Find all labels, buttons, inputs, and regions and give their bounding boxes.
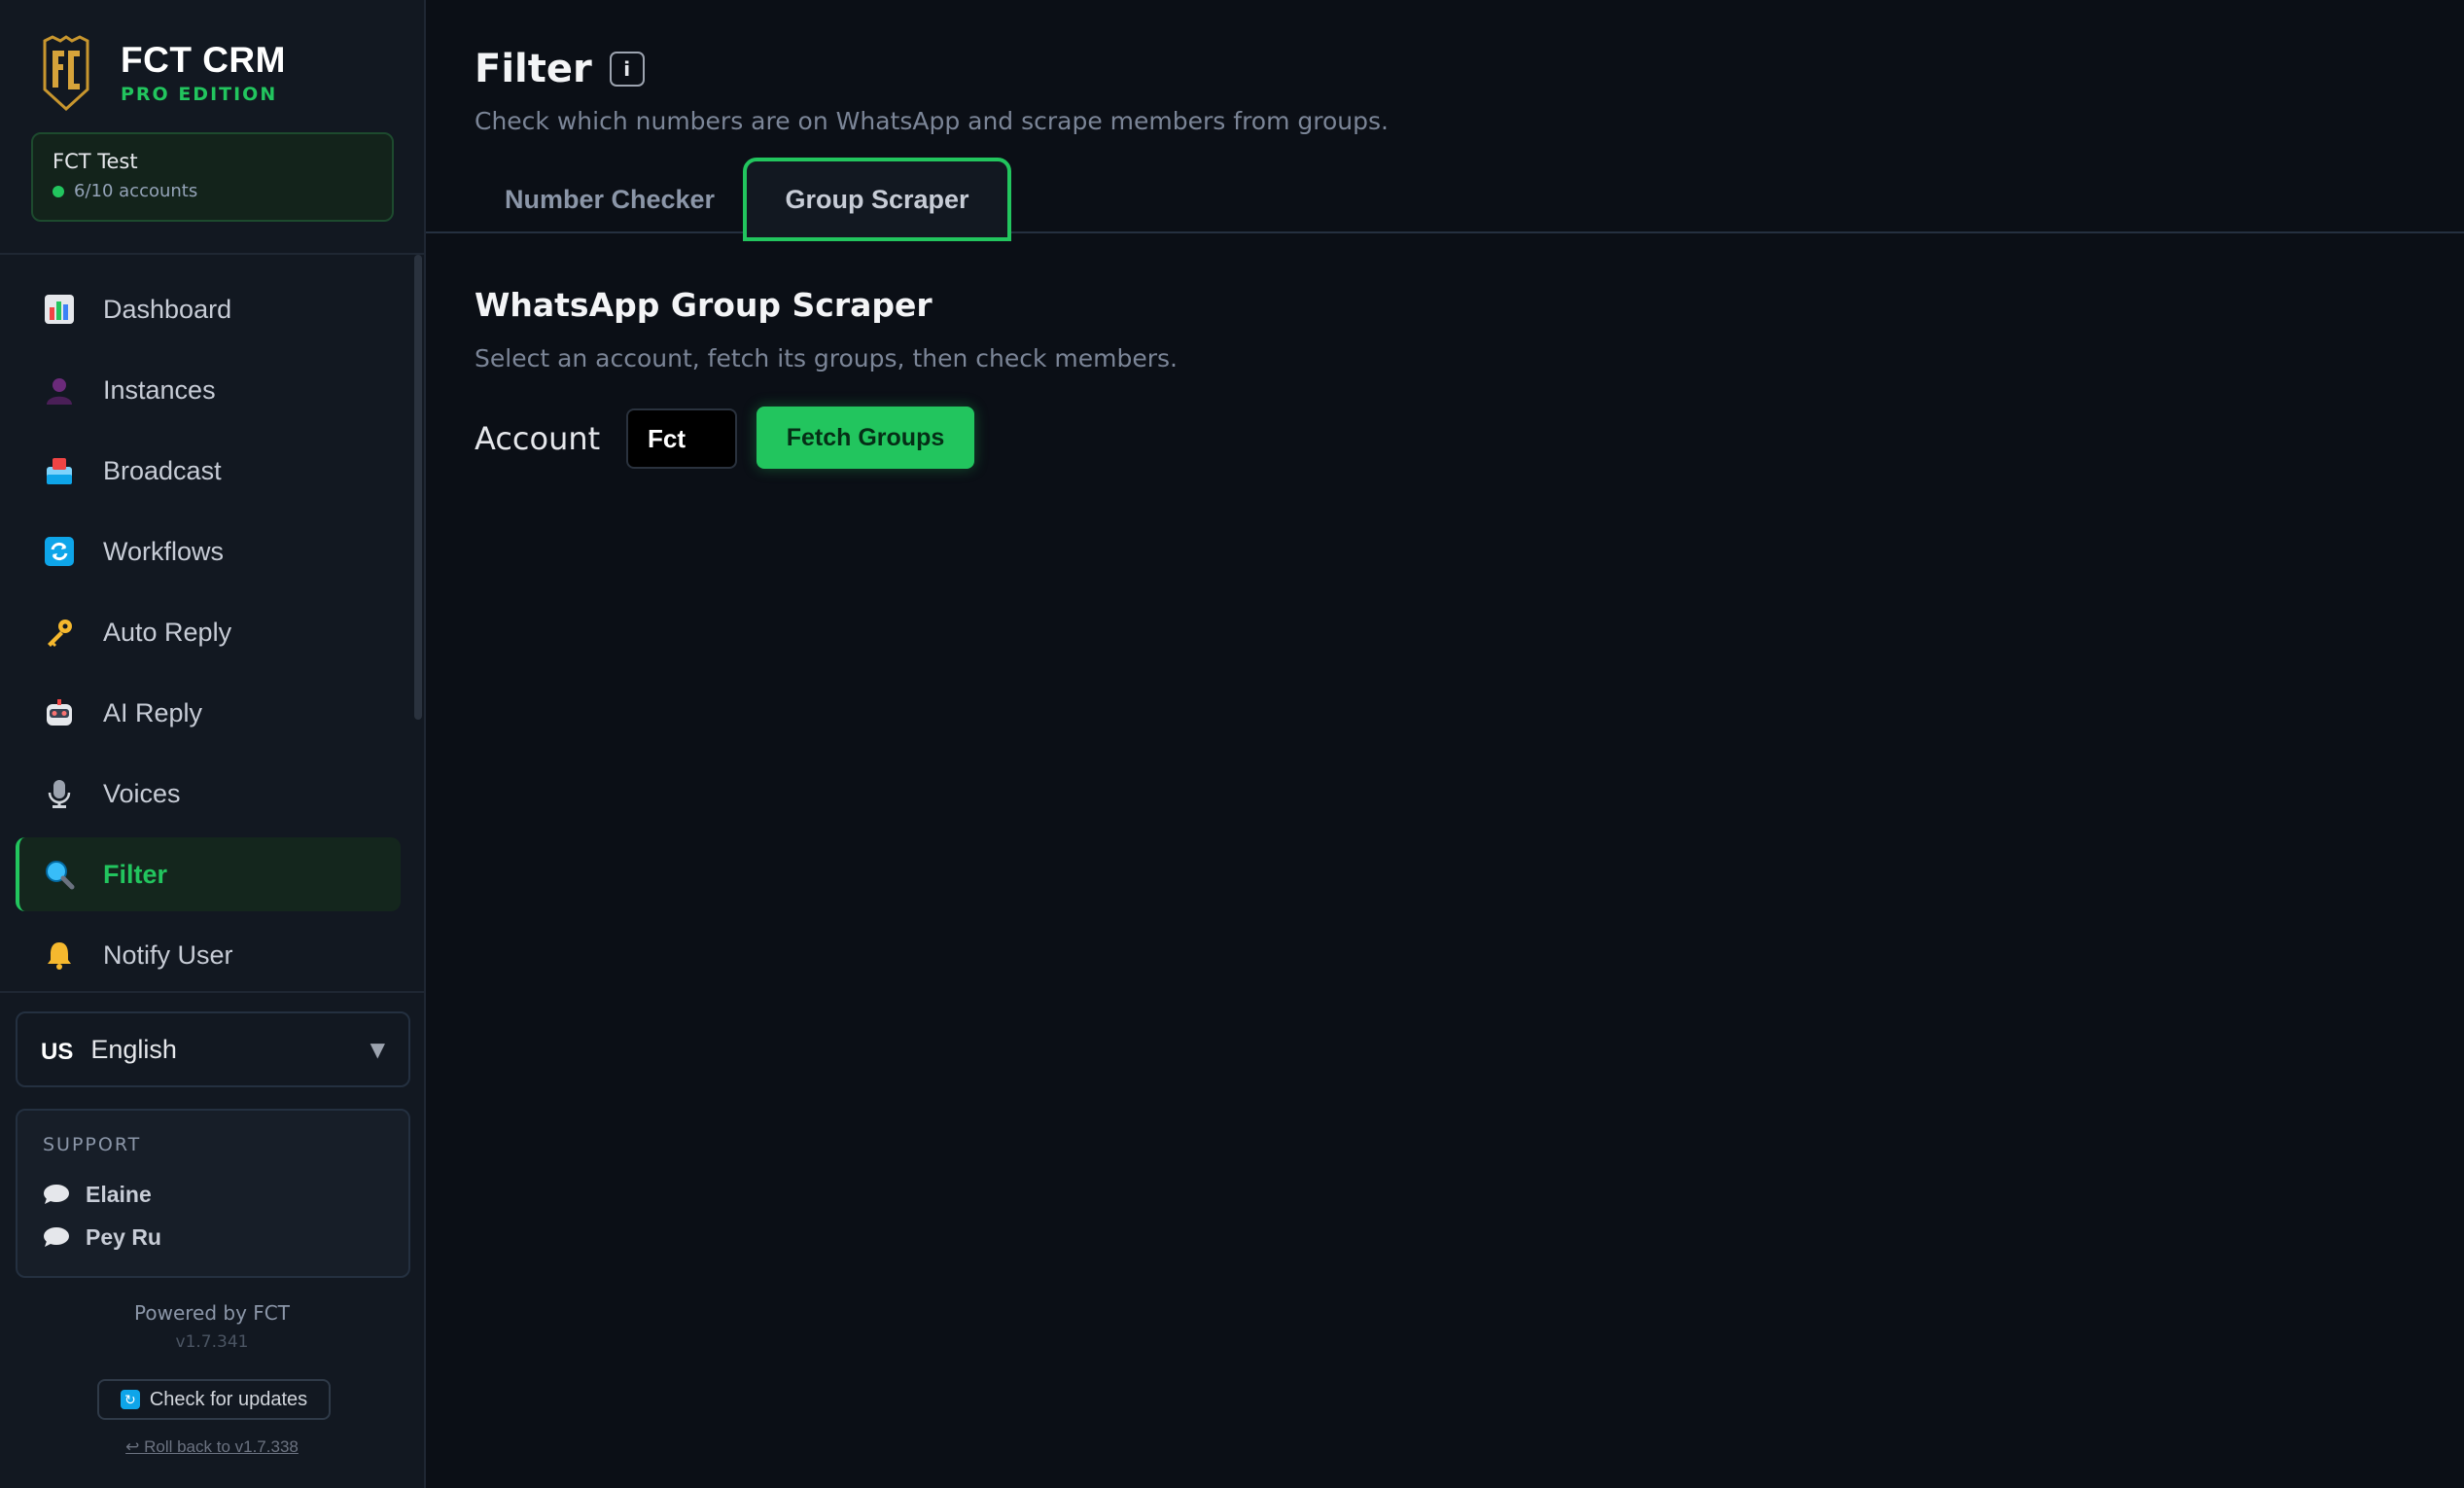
sidebar-item-label: Broadcast [103, 455, 222, 485]
workspace-name: FCT Test [53, 150, 138, 173]
microphone-icon [43, 777, 76, 810]
app-window: FCT CRM PRO EDITION FCT Test 6/10 accoun… [0, 0, 2464, 1488]
sidebar-item-ai-reply[interactable]: AI Reply [16, 676, 401, 750]
sidebar-item-instances[interactable]: Instances [16, 353, 401, 427]
support-title: SUPPORT [43, 1134, 142, 1155]
sidebar-item-label: Workflows [103, 536, 225, 566]
account-count-text: 6/10 accounts [74, 181, 198, 201]
sidebar-item-label: Filter [103, 859, 168, 889]
magnifier-icon [43, 858, 76, 891]
workspace-account-count: 6/10 accounts [53, 181, 372, 201]
us-flag-icon: US [41, 1039, 74, 1065]
page-header: Filter i [475, 47, 645, 91]
check-updates-button[interactable]: ↻ Check for updates [97, 1379, 331, 1420]
sidebar-item-dashboard[interactable]: Dashboard [16, 272, 401, 346]
main-content: Filter i Check which numbers are on What… [426, 0, 2464, 1488]
language-selected-value: English [90, 1034, 177, 1064]
account-input[interactable] [626, 408, 737, 469]
workspace-card[interactable]: FCT Test 6/10 accounts [31, 132, 394, 222]
brand-subtitle: PRO EDITION [121, 84, 278, 106]
sidebar-item-label: Voices [103, 778, 181, 808]
key-icon [43, 616, 76, 649]
rollback-link[interactable]: ↩ Roll back to v1.7.338 [0, 1437, 424, 1457]
check-updates-label: Check for updates [149, 1388, 308, 1410]
inbox-icon [43, 454, 76, 487]
robot-icon [43, 696, 76, 729]
fct-logo-icon [43, 35, 89, 111]
sidebar-item-notify-user[interactable]: Notify User [16, 918, 401, 992]
support-contact-elaine[interactable]: Elaine [43, 1173, 383, 1216]
bar-chart-icon [43, 293, 76, 326]
sidebar-item-label: AI Reply [103, 697, 203, 727]
powered-by-text: Powered by FCT [134, 1301, 290, 1325]
sidebar-item-label: Instances [103, 374, 216, 405]
support-contact-pey-ru[interactable]: Pey Ru [43, 1216, 383, 1258]
bell-icon [43, 939, 76, 972]
section-title: WhatsApp Group Scraper [475, 286, 933, 324]
chat-bubble-icon [44, 1185, 69, 1204]
sidebar-item-label: Auto Reply [103, 617, 232, 647]
language-select[interactable]: US English ▼ [16, 1011, 410, 1087]
sidebar-divider [0, 253, 424, 255]
support-contact-name: Elaine [86, 1181, 152, 1207]
sidebar-item-label: Notify User [103, 939, 233, 970]
sidebar-item-label: Dashboard [103, 294, 232, 324]
user-icon [43, 373, 76, 407]
sidebar-item-filter[interactable]: Filter [16, 837, 401, 911]
sidebar-item-auto-reply[interactable]: Auto Reply [16, 595, 401, 669]
online-status-dot-icon [53, 185, 64, 197]
support-panel: SUPPORT Elaine Pey Ru [16, 1109, 410, 1278]
chevron-down-icon: ▼ [370, 1038, 385, 1061]
sidebar-scrollbar[interactable] [414, 255, 422, 720]
brand-title: FCT CRM [121, 39, 286, 80]
account-label: Account [475, 420, 601, 457]
support-contact-name: Pey Ru [86, 1223, 161, 1250]
tab-number-checker[interactable]: Number Checker [475, 158, 745, 241]
refresh-icon: ↻ [120, 1390, 140, 1409]
section-description: Select an account, fetch its groups, the… [475, 344, 1178, 372]
page-description: Check which numbers are on WhatsApp and … [475, 107, 1389, 135]
page-title: Filter [475, 47, 592, 91]
refresh-icon [43, 535, 76, 568]
fetch-groups-button[interactable]: Fetch Groups [757, 407, 974, 469]
tab-group-scraper[interactable]: Group Scraper [743, 158, 1011, 241]
chat-bubble-icon [44, 1227, 69, 1247]
sidebar-item-workflows[interactable]: Workflows [16, 514, 401, 588]
sidebar-nav: Dashboard Instances Broadcast Workflows [16, 272, 401, 999]
sidebar-item-broadcast[interactable]: Broadcast [16, 434, 401, 508]
info-icon[interactable]: i [609, 52, 645, 87]
brand[interactable]: FCT CRM PRO EDITION [41, 35, 286, 111]
version-text: v1.7.341 [175, 1332, 249, 1352]
sidebar-item-voices[interactable]: Voices [16, 757, 401, 831]
sidebar-divider [0, 991, 424, 993]
sidebar: FCT CRM PRO EDITION FCT Test 6/10 accoun… [0, 0, 426, 1488]
tab-bar: Number Checker Group Scraper [426, 158, 2464, 241]
